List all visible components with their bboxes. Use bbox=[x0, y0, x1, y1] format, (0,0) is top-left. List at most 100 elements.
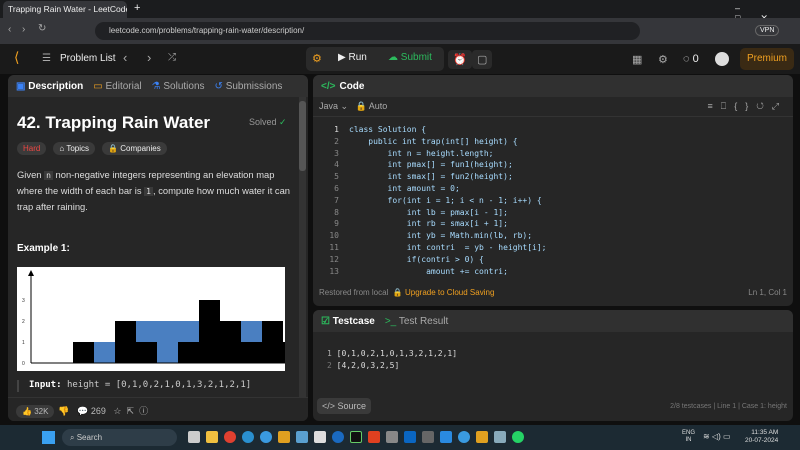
line-number: 2 bbox=[334, 136, 339, 146]
tab-submissions[interactable]: ↺ Submissions bbox=[215, 81, 283, 92]
description-icon: ▣ bbox=[16, 80, 26, 92]
water-block bbox=[241, 321, 262, 342]
premium-button[interactable]: Premium bbox=[740, 48, 794, 70]
testcase-status: 2/8 testcases | Line 1 | Case 1: height bbox=[670, 403, 787, 410]
timer-icon[interactable]: ⏰ bbox=[448, 50, 472, 69]
tab-description[interactable]: ▣ Description bbox=[16, 81, 83, 92]
code-line[interactable]: 2 public int trap(int[] height) { bbox=[321, 136, 546, 148]
topics-button[interactable]: ⌂ Topics bbox=[53, 142, 96, 155]
next-problem-icon[interactable]: › bbox=[147, 50, 151, 65]
testcase-panel: ☑ Testcase >_ Test Result 1 [0,1,0,2,1,0… bbox=[313, 310, 793, 421]
code-line[interactable]: 5 int smax[] = fun2(height); bbox=[321, 171, 546, 183]
tab-solutions[interactable]: ⚗ Solutions bbox=[152, 81, 205, 92]
settings-icon[interactable]: ⚙ bbox=[658, 53, 668, 66]
share-icon[interactable]: ⇱ bbox=[127, 406, 135, 416]
list-icon: ☰ bbox=[42, 53, 51, 64]
source-button[interactable]: </> Source bbox=[317, 398, 372, 414]
prev-problem-icon[interactable]: ‹ bbox=[123, 50, 127, 65]
y-tick-label: 0 bbox=[22, 361, 25, 367]
line-number: 3 bbox=[334, 148, 339, 158]
language-select[interactable]: Java ⌄ bbox=[319, 101, 348, 111]
tab-testcase[interactable]: ☑ Testcase bbox=[321, 316, 375, 327]
code-text: public int trap(int[] height) { bbox=[349, 136, 518, 146]
code-line[interactable]: 8 int lb = pmax[i - 1]; bbox=[321, 207, 546, 219]
code-line[interactable]: 12 if(contri > 0) { bbox=[321, 254, 546, 266]
system-tray-icons[interactable]: ≋ ◁) ▭ bbox=[703, 432, 731, 441]
code-line[interactable]: 3 int n = height.length; bbox=[321, 148, 546, 160]
testcase-input[interactable]: 1 [0,1,0,2,1,0,1,3,2,1,2,1] 2 [4,2,0,3,2,… bbox=[327, 348, 457, 372]
line-number: 4 bbox=[334, 160, 339, 170]
code-icon: </> bbox=[321, 80, 336, 92]
code-line[interactable]: 7 for(int i = 1; i < n - 1; i++) { bbox=[321, 195, 546, 207]
scrollbar[interactable] bbox=[299, 97, 306, 397]
code-line[interactable]: 11 int contri = yb - height[i]; bbox=[321, 242, 546, 254]
code-line[interactable]: 9 int rb = smax[i + 1]; bbox=[321, 218, 546, 230]
dislike-icon[interactable]: 👎 bbox=[58, 406, 69, 416]
streak-counter[interactable]: ◌ 0 bbox=[683, 53, 699, 65]
tab-title: Trapping Rain Water - LeetCode bbox=[8, 4, 127, 14]
y-tick-label: 2 bbox=[22, 319, 25, 325]
avatar[interactable] bbox=[715, 52, 729, 66]
editor-toolbar: Java ⌄ 🔒 Auto ≡⎕{}↺⤢ bbox=[313, 97, 793, 117]
code-text: int n = height.length; bbox=[349, 148, 494, 158]
debug-icon[interactable]: ⚙ bbox=[312, 52, 322, 65]
code-line[interactable]: 1 class Solution { bbox=[321, 124, 546, 136]
code-line[interactable]: 4 int pmax[] = fun1(height); bbox=[321, 159, 546, 171]
tab-test-result[interactable]: >_ Test Result bbox=[385, 316, 448, 327]
problem-title: 42. Trapping Rain Water bbox=[17, 113, 211, 132]
help-icon[interactable]: ⓘ bbox=[139, 406, 148, 416]
new-tab-icon[interactable]: + bbox=[134, 2, 140, 14]
code-line[interactable]: 13 amount += contri; bbox=[321, 266, 546, 278]
elevation-bar bbox=[136, 342, 157, 363]
shuffle-icon[interactable]: ⤮ bbox=[168, 52, 176, 63]
taskbar-search[interactable]: ⌕ Search bbox=[62, 429, 177, 446]
line-number: 9 bbox=[334, 219, 339, 229]
leetcode-logo-icon[interactable]: ⟨ bbox=[14, 49, 19, 66]
back-icon[interactable]: ‹ bbox=[8, 24, 11, 35]
editor-actions[interactable]: ≡⎕{}↺⤢ bbox=[708, 101, 787, 112]
star-icon[interactable]: ☆ bbox=[113, 406, 121, 416]
windows-start-icon[interactable] bbox=[42, 431, 55, 444]
editor-status: Restored from local 🔒 Upgrade to Cloud S… bbox=[319, 288, 787, 297]
browser-tab[interactable]: Trapping Rain Water - LeetCode ✕ bbox=[3, 1, 127, 18]
streak-value: 0 bbox=[692, 53, 699, 65]
reload-icon[interactable]: ↻ bbox=[38, 23, 46, 34]
notes-icon[interactable]: ▢ bbox=[472, 50, 493, 69]
like-button[interactable]: 👍 32K bbox=[16, 405, 55, 418]
problem-footer: 👍 32K 👎 💬 269 ☆ ⇱ ⓘ bbox=[8, 397, 308, 421]
testcase-tabs: ☑ Testcase >_ Test Result bbox=[313, 310, 793, 332]
language-indicator[interactable]: ENG IN bbox=[682, 430, 695, 444]
leetcode-header: ⟨ ☰ Problem List ‹ › ⤮ ⚙ ▶ Run ☁ Submit … bbox=[0, 44, 800, 74]
code-text: int yb = Math.min(lb, rb); bbox=[349, 231, 533, 241]
forward-icon[interactable]: › bbox=[22, 24, 25, 35]
upgrade-link[interactable]: 🔒 Upgrade to Cloud Saving bbox=[393, 288, 495, 297]
companies-button[interactable]: 🔒 Companies bbox=[102, 142, 167, 155]
code-editor[interactable]: 1 class Solution {2 public int trap(int[]… bbox=[321, 124, 546, 277]
code-text: int smax[] = fun2(height); bbox=[349, 172, 513, 182]
run-label: Run bbox=[348, 52, 367, 63]
elevation-bar bbox=[283, 342, 285, 363]
problem-list-link[interactable]: Problem List bbox=[60, 53, 116, 64]
elevation-map-figure: 0 1 2 3 bbox=[17, 267, 285, 371]
taskbar-apps[interactable] bbox=[185, 431, 527, 444]
url-input[interactable]: leetcode.com/problems/trapping-rain-wate… bbox=[95, 22, 640, 40]
run-button[interactable]: ▶ Run bbox=[338, 52, 367, 63]
elevation-bar bbox=[220, 321, 241, 363]
comments-button[interactable]: 💬 269 bbox=[77, 406, 106, 416]
taskbar: ⌕ Search ENG IN ≋ ◁) ▭ 11:35 AM 20-07-2024 bbox=[0, 425, 800, 450]
code-line[interactable]: 6 int amount = 0; bbox=[321, 183, 546, 195]
vpn-button[interactable]: VPN bbox=[755, 25, 780, 36]
solved-status: Solved ✓ bbox=[249, 117, 287, 127]
auto-toggle[interactable]: 🔒 Auto bbox=[356, 101, 388, 111]
water-block bbox=[178, 321, 199, 342]
submit-button[interactable]: ☁ Submit bbox=[388, 52, 432, 63]
address-bar-row: ‹ › ↻ leetcode.com/problems/trapping-rai… bbox=[0, 18, 800, 44]
tab-editorial[interactable]: ▭ Editorial bbox=[93, 81, 141, 92]
line-number: 11 bbox=[329, 242, 339, 252]
submissions-icon: ↺ bbox=[214, 80, 223, 92]
clock[interactable]: 11:35 AM 20-07-2024 bbox=[745, 429, 778, 445]
layout-icon[interactable]: ▦ bbox=[632, 53, 642, 66]
code-line[interactable]: 10 int yb = Math.min(lb, rb); bbox=[321, 230, 546, 242]
line-number: 6 bbox=[334, 183, 339, 193]
y-tick-label: 3 bbox=[22, 298, 25, 304]
